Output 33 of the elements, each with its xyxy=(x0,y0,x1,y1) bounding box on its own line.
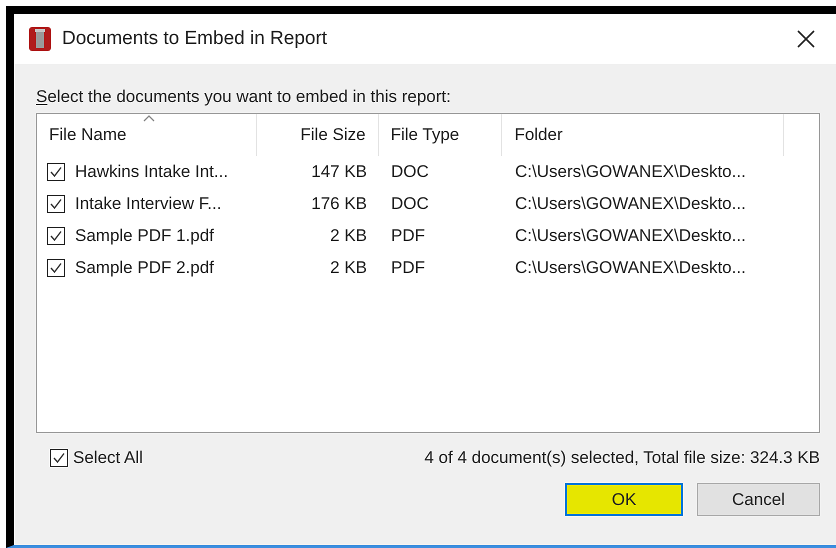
selection-summary: 4 of 4 document(s) selected, Total file size: 324.3 KB xyxy=(424,447,820,470)
window-title: Documents to Embed in Report xyxy=(62,26,328,51)
table-cell-text: DOC xyxy=(391,161,429,184)
checkbox[interactable] xyxy=(47,195,65,213)
checkbox[interactable] xyxy=(47,163,65,181)
table-cell-text: Intake Interview F... xyxy=(75,193,222,216)
table-cell-text: 176 KB xyxy=(311,193,367,216)
instruction-text: Select the documents you want to embed in this report: xyxy=(36,86,452,108)
table-cell-text: C:\Users\GOWANEX\Deskto... xyxy=(515,161,746,184)
table-cell-text: 2 KB xyxy=(330,257,367,280)
close-icon xyxy=(797,30,815,48)
checkbox[interactable] xyxy=(50,449,68,467)
table-cell-text: PDF xyxy=(391,225,425,248)
table-cell-text: Sample PDF 1.pdf xyxy=(75,225,214,248)
table-cell-text: 147 KB xyxy=(311,161,367,184)
table-cell-text: Sample PDF 2.pdf xyxy=(75,257,214,280)
column-header[interactable]: File Type xyxy=(390,122,460,148)
table-cell-text: PDF xyxy=(391,257,425,280)
app-icon xyxy=(28,26,52,52)
select-all-label[interactable]: Select All xyxy=(73,445,143,471)
table-cell-text: DOC xyxy=(391,193,429,216)
column-header[interactable]: File Name xyxy=(49,122,126,148)
dialog-button[interactable]: OK xyxy=(565,483,683,516)
table-cell-text: C:\Users\GOWANEX\Deskto... xyxy=(515,193,746,216)
checkbox[interactable] xyxy=(47,227,65,245)
table-cell-text: Hawkins Intake Int... xyxy=(75,161,228,184)
table-cell-text: C:\Users\GOWANEX\Deskto... xyxy=(515,257,746,280)
table-cell-text: 2 KB xyxy=(330,225,367,248)
column-header[interactable]: Folder xyxy=(514,122,563,148)
checkbox[interactable] xyxy=(47,259,65,277)
table-cell-text: C:\Users\GOWANEX\Deskto... xyxy=(515,225,746,248)
dialog-button[interactable]: Cancel xyxy=(697,483,820,516)
column-header[interactable]: File Size xyxy=(300,122,366,148)
